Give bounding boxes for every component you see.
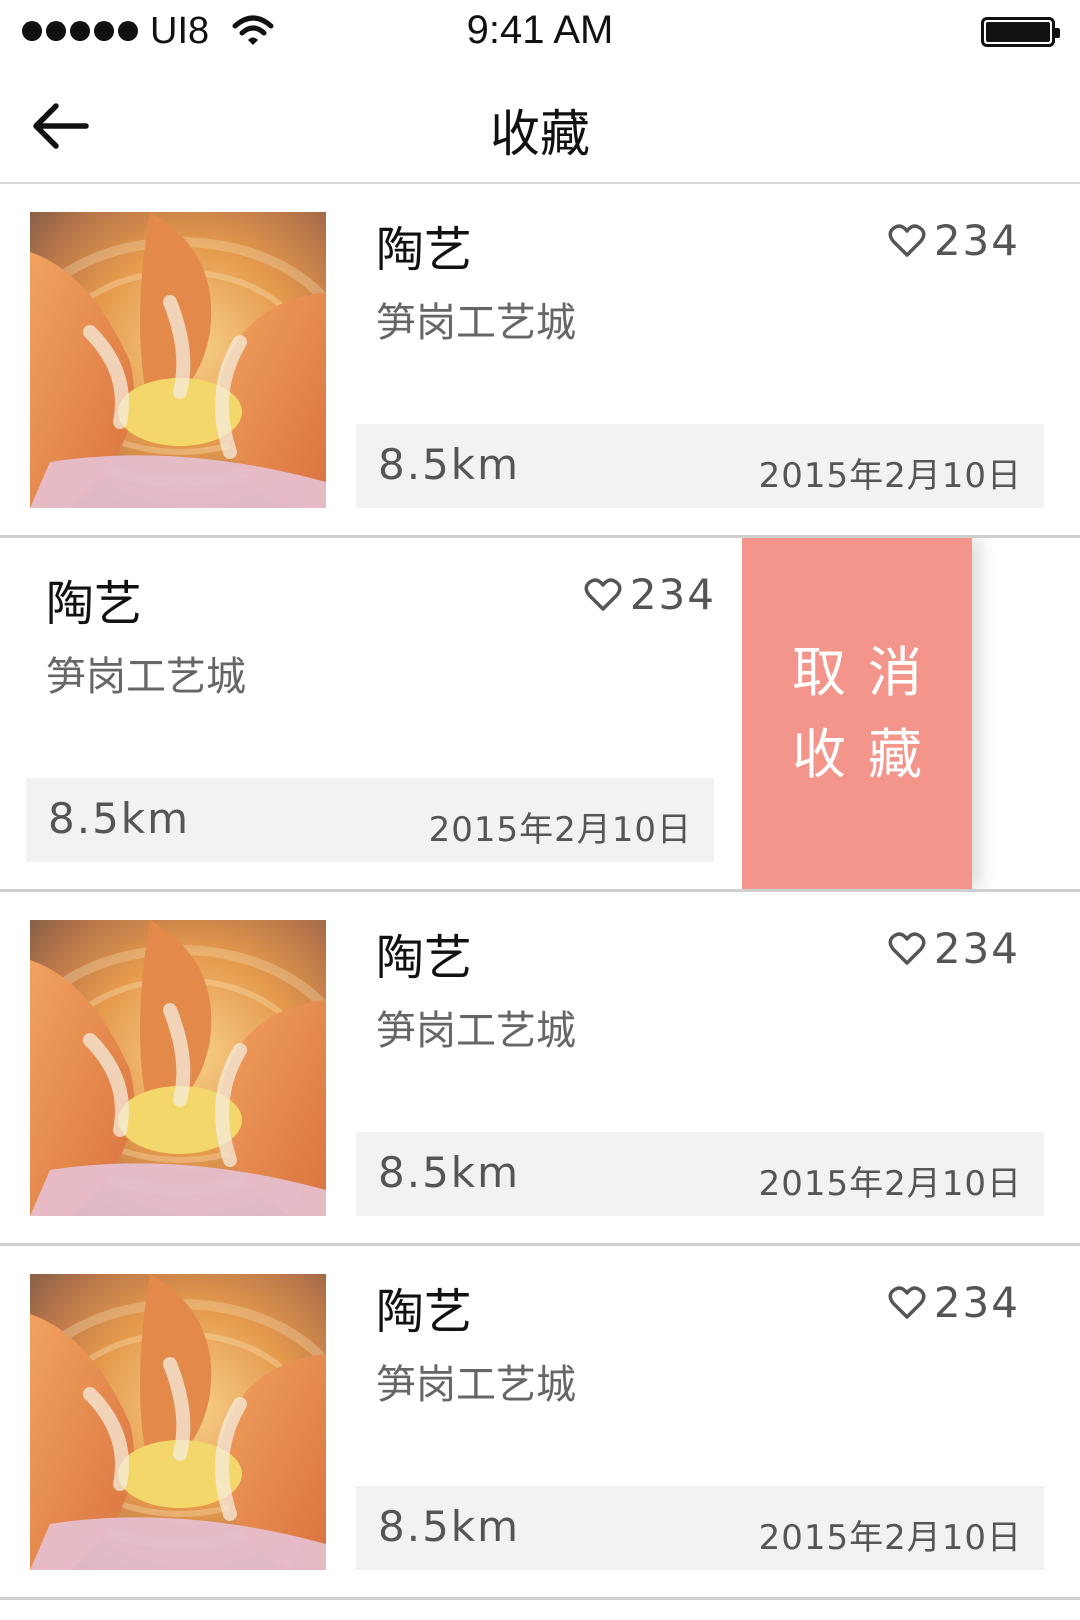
list-item[interactable]: 陶艺 234 笋岗工艺城 8.5km 2015年2月10日 (0, 892, 1080, 1246)
heart-outline-icon (888, 931, 926, 965)
likes-count[interactable]: 234 (888, 1278, 1020, 1327)
item-meta-bar: 8.5km 2015年2月10日 (26, 778, 714, 862)
item-title: 陶艺 (376, 930, 473, 986)
heart-outline-icon (888, 223, 926, 257)
likes-count[interactable]: 234 (888, 924, 1020, 973)
unfavorite-label-line2: 收藏 (792, 722, 944, 786)
navigation-bar: 收藏 (0, 66, 1080, 184)
heart-outline-icon (584, 577, 622, 611)
item-date: 2015年2月10日 (758, 456, 1022, 496)
heart-outline-icon (888, 1285, 926, 1319)
status-bar: UI8 9:41 AM (0, 0, 1080, 66)
item-distance: 8.5km (378, 440, 521, 489)
item-distance: 8.5km (378, 1148, 521, 1197)
likes-value: 234 (629, 570, 716, 619)
item-info: 陶艺 234 笋岗工艺城 8.5km 2015年2月10日 (356, 1246, 1044, 1597)
item-info: 陶艺 234 笋岗工艺城 8.5km 2015年2月10日 (26, 538, 716, 889)
page-title: 收藏 (490, 105, 590, 163)
likes-value: 234 (933, 924, 1020, 973)
status-time: 9:41 AM (466, 8, 614, 52)
item-location: 笋岗工艺城 (376, 300, 576, 346)
battery-icon (981, 17, 1060, 47)
item-date: 2015年2月10日 (758, 1164, 1022, 1204)
item-location: 笋岗工艺城 (376, 1008, 576, 1054)
likes-value: 234 (933, 1278, 1020, 1327)
item-distance: 8.5km (378, 1502, 521, 1551)
item-date: 2015年2月10日 (758, 1518, 1022, 1558)
list-item-swiped[interactable]: 陶艺 234 笋岗工艺城 8.5km 2015年2月10日 取消 收藏 (0, 538, 1080, 892)
item-title: 陶艺 (46, 576, 143, 632)
item-info: 陶艺 234 笋岗工艺城 8.5km 2015年2月10日 (356, 892, 1044, 1243)
item-date: 2015年2月10日 (428, 810, 692, 850)
item-meta-bar: 8.5km 2015年2月10日 (356, 424, 1044, 508)
item-meta-bar: 8.5km 2015年2月10日 (356, 1132, 1044, 1216)
item-info: 陶艺 234 笋岗工艺城 8.5km 2015年2月10日 (356, 184, 1044, 535)
item-title: 陶艺 (376, 1284, 473, 1340)
unfavorite-label-line1: 取消 (792, 640, 944, 704)
likes-value: 234 (933, 216, 1020, 265)
item-distance: 8.5km (48, 794, 191, 843)
likes-count[interactable]: 234 (584, 570, 716, 619)
pottery-thumbnail (30, 920, 326, 1216)
likes-count[interactable]: 234 (888, 216, 1020, 265)
item-title: 陶艺 (376, 222, 473, 278)
item-location: 笋岗工艺城 (376, 1362, 576, 1408)
list-item[interactable]: 陶艺 234 笋岗工艺城 8.5km 2015年2月10日 (0, 1246, 1080, 1600)
item-location: 笋岗工艺城 (46, 654, 246, 700)
pottery-thumbnail (30, 1274, 326, 1570)
item-meta-bar: 8.5km 2015年2月10日 (356, 1486, 1044, 1570)
list-item[interactable]: 陶艺 234 笋岗工艺城 8.5km 2015年2月10日 (0, 184, 1080, 538)
unfavorite-button[interactable]: 取消 收藏 (742, 538, 972, 889)
pottery-thumbnail (30, 212, 326, 508)
